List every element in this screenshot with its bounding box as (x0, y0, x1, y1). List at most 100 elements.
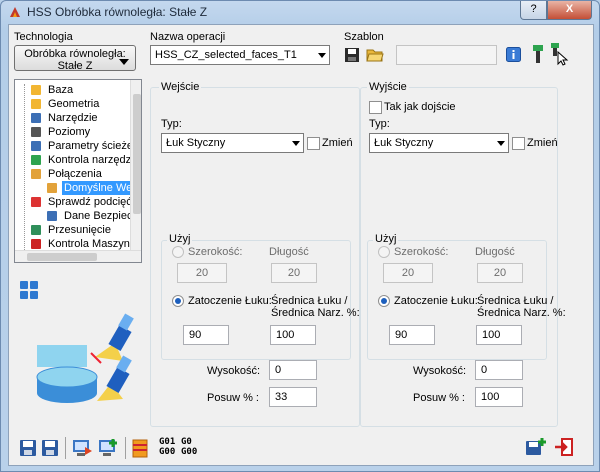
tool-cursor-icon[interactable] (550, 42, 570, 66)
undercut-icon (31, 197, 41, 207)
offset-icon (31, 225, 41, 235)
info-icon[interactable] (506, 47, 521, 62)
dialog-window: HSS Obróbka równoległa: Stałe Z ? X Tech… (0, 0, 600, 472)
entry-change-checkbox[interactable] (307, 137, 320, 150)
exit-change-label: Zmień (527, 137, 558, 149)
tree-connector-line (24, 84, 25, 260)
safety-data-icon (47, 211, 57, 221)
exit-title: Wyjście (367, 81, 409, 93)
entry-length-label: Długość (269, 246, 309, 258)
exit-feed-input[interactable]: 100 (475, 387, 523, 407)
entry-arc-input[interactable]: 90 (183, 325, 229, 345)
compute-icon[interactable] (71, 437, 93, 459)
dialog-client: Technologia Obróbka równoległa: Stałe Z … (8, 24, 594, 466)
geometry-icon (31, 99, 41, 109)
entry-use-label: Użyj (167, 233, 193, 245)
entry-height-input[interactable]: 0 (269, 360, 317, 380)
entry-feed-label: Posuw % : (207, 392, 259, 404)
exit-type-value: Łuk Styczny (374, 137, 434, 149)
entry-width-input[interactable]: 20 (177, 263, 227, 283)
entry-width-label: Szerokość: (188, 246, 243, 258)
exit-type-combo[interactable]: Łuk Styczny (369, 133, 509, 153)
entry-change-label: Zmień (322, 137, 353, 149)
compute-add-icon[interactable] (97, 437, 119, 459)
exit-same-checkbox[interactable] (369, 101, 382, 114)
exit-height-label: Wysokość: (413, 365, 467, 377)
tree-item-label: Baza (48, 84, 74, 96)
gcode-g01-g00-button[interactable]: G01 G00 (159, 437, 175, 457)
chevron-down-icon (318, 53, 326, 58)
links-icon (31, 169, 41, 179)
entry-arc-label: Zatoczenie Łuku: (188, 295, 272, 307)
technology-label: Technologia (14, 31, 73, 43)
entry-feed-input[interactable]: 33 (269, 387, 317, 407)
scroll-thumb[interactable] (27, 253, 97, 261)
machine-control-icon (31, 239, 41, 249)
operation-name-value: HSS_CZ_selected_faces_T1 (155, 49, 297, 61)
exit-ratio-input[interactable]: 100 (476, 325, 522, 345)
entry-arc-radio[interactable] (172, 295, 184, 307)
operation-name-label: Nazwa operacji (150, 31, 226, 43)
entry-type-value: Łuk Styczny (166, 137, 226, 149)
tool-holder-icon[interactable] (530, 44, 546, 64)
template-label: Szablon (344, 31, 384, 43)
entry-ratio-input[interactable]: 100 (270, 325, 316, 345)
app-icon (10, 7, 20, 17)
entry-width-radio[interactable] (172, 246, 184, 258)
path-params-icon (31, 141, 41, 151)
entry-ratio-label-2: Średnica Narz. %: (271, 307, 360, 319)
tree-item-label: Przesunięcie (48, 224, 111, 236)
operation-name-combo[interactable]: HSS_CZ_selected_faces_T1 (150, 45, 330, 65)
exit-arc-radio[interactable] (378, 295, 390, 307)
stock-icon[interactable] (131, 437, 151, 459)
scroll-thumb[interactable] (133, 94, 141, 214)
exit-icon[interactable] (554, 437, 574, 457)
exit-feed-label: Posuw % : (413, 392, 465, 404)
exit-width-radio[interactable] (378, 246, 390, 258)
close-button[interactable]: X (547, 1, 592, 20)
lead-in-illustration (36, 313, 134, 403)
exit-length-input[interactable]: 20 (477, 263, 523, 283)
exit-width-label: Szerokość: (394, 246, 449, 258)
tree-item-label: Parametry ścieżek na (48, 140, 141, 152)
exit-height-input[interactable]: 0 (475, 360, 523, 380)
help-button[interactable]: ? (520, 1, 547, 20)
tree-item-label: Kontrola narzędzia (48, 154, 140, 166)
title-bar: HSS Obróbka równoległa: Stałe Z ? X (1, 1, 599, 23)
exit-type-label: Typ: (369, 118, 390, 130)
exit-change-checkbox[interactable] (512, 137, 525, 150)
tool-control-icon (31, 155, 41, 165)
exit-arc-input[interactable]: 90 (389, 325, 435, 345)
tree-vertical-scrollbar[interactable] (130, 80, 141, 250)
exit-ratio-label-1: Średnica Łuku / (477, 295, 554, 307)
entry-type-combo[interactable]: Łuk Styczny (161, 133, 304, 153)
grid-view-icon[interactable] (20, 281, 38, 299)
entry-length-input[interactable]: 20 (271, 263, 317, 283)
base-icon (31, 85, 41, 95)
gcode-label-1: G01 (159, 437, 176, 447)
save-copy-icon[interactable] (41, 439, 59, 457)
entry-title: Wejście (159, 81, 202, 93)
save-icon[interactable] (19, 439, 37, 457)
exit-length-label: Długość (475, 246, 515, 258)
exit-ratio-label-2: Średnica Narz. %: (477, 307, 566, 319)
tree-item-label: Poziomy (48, 126, 91, 138)
gcode-g0-g00-button[interactable]: G0 G00 (181, 437, 197, 457)
template-field[interactable] (396, 45, 497, 65)
exit-width-input[interactable]: 20 (383, 263, 433, 283)
add-to-list-icon[interactable] (525, 437, 547, 457)
technology-dropdown[interactable]: Obróbka równoległa: Stałe Z (14, 45, 136, 72)
chevron-down-icon (497, 141, 505, 146)
exit-same-label: Tak jak dojście (384, 101, 456, 113)
tree-item-label: Połączenia (48, 168, 102, 180)
chevron-down-icon (119, 59, 129, 65)
tree-item-label: Narzędzie (48, 112, 98, 124)
save-template-icon[interactable] (344, 47, 360, 63)
gcode-label-4: G00 (181, 447, 198, 457)
gcode-label-3: G0 (181, 437, 192, 447)
open-template-icon[interactable] (366, 46, 384, 63)
parameters-tree[interactable]: Baza Geometria Narzędzie Poziomy Parametry ś… (14, 79, 142, 263)
tree-horizontal-scrollbar[interactable] (15, 250, 141, 262)
tree-item-label: Sprawdź podcięć (48, 196, 132, 208)
entry-height-label: Wysokość: (207, 365, 261, 377)
